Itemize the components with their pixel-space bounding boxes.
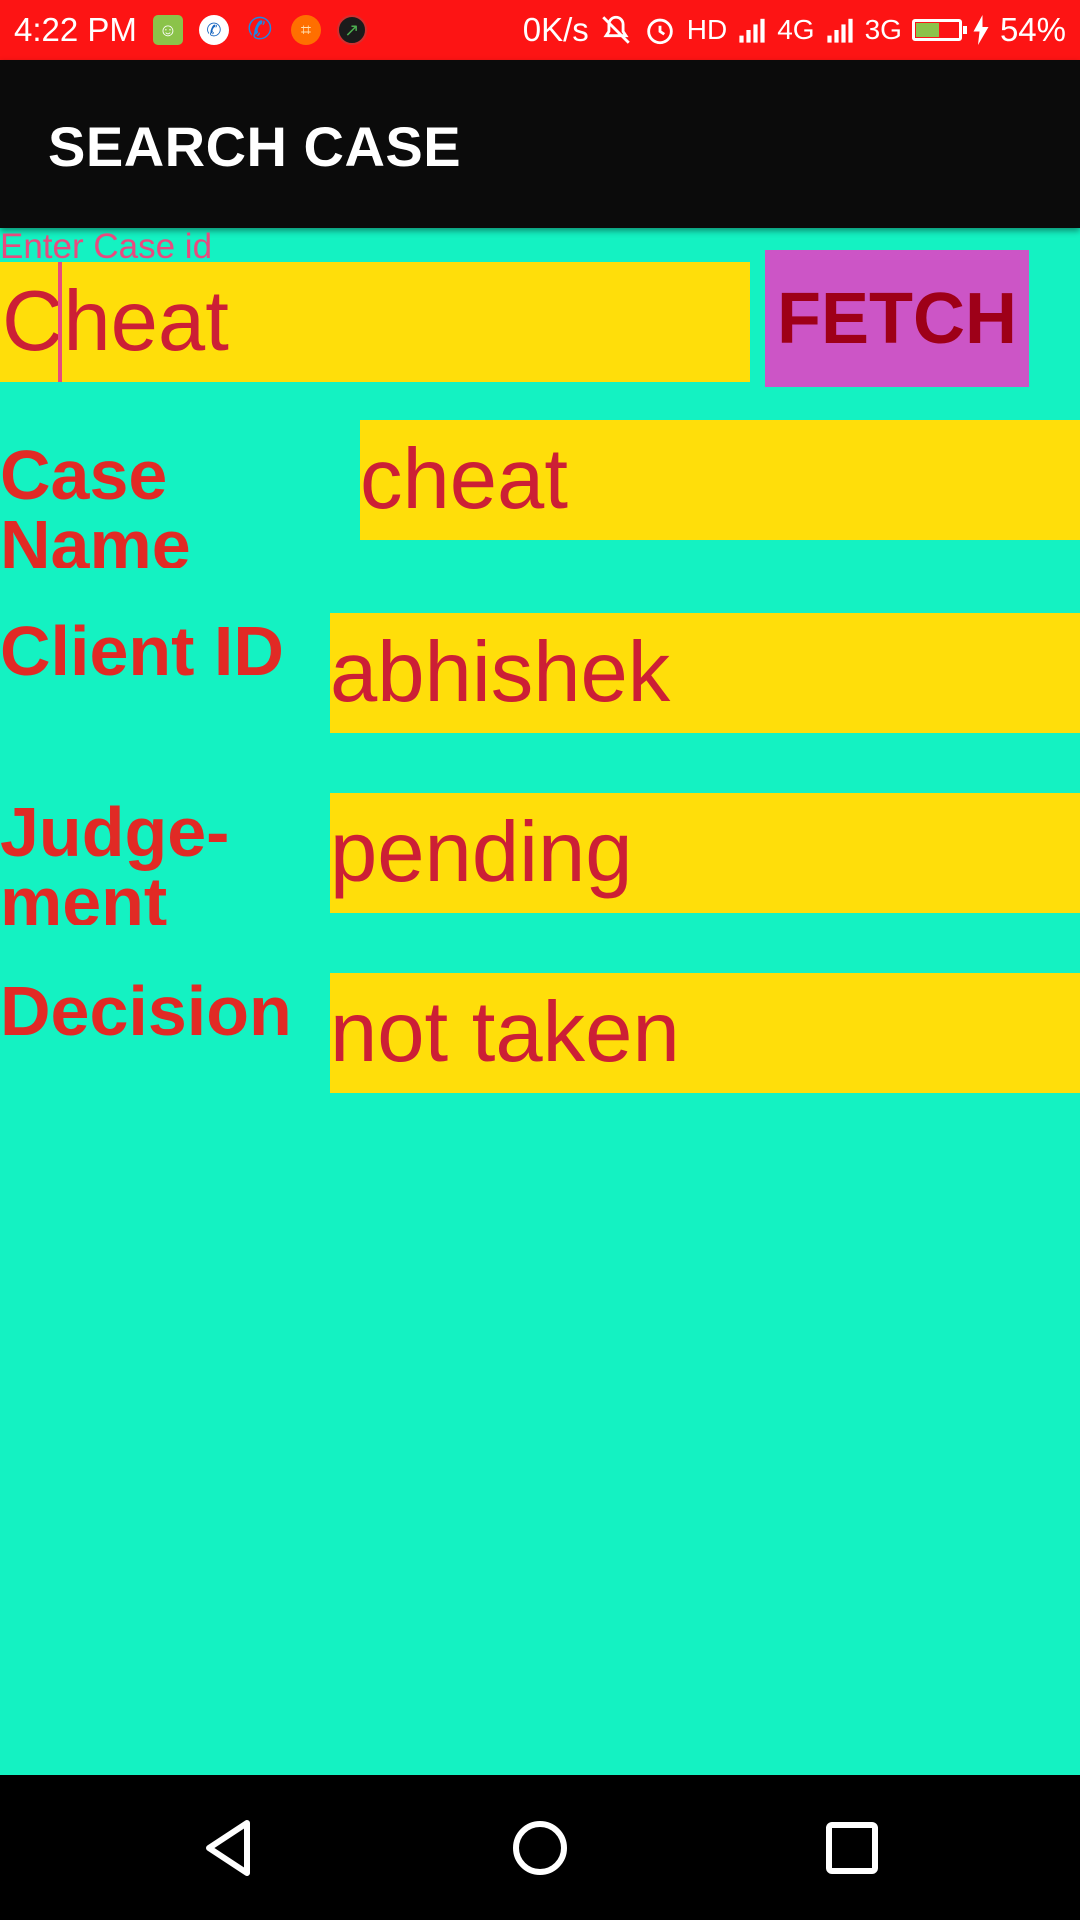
- recorder-icon: ↗: [336, 15, 367, 45]
- battery-percent: 54%: [999, 11, 1066, 48]
- signal-icon: [739, 18, 765, 43]
- decision-label: Decision: [0, 976, 292, 1050]
- hd-label: HD: [686, 14, 728, 45]
- case-name-value[interactable]: cheat: [360, 420, 1080, 540]
- mute-icon: [602, 15, 630, 44]
- message-icon: ☺: [152, 15, 183, 45]
- net-speed: 0K/s: [522, 11, 589, 48]
- status-time: 4:22 PM: [14, 11, 137, 48]
- alarm-icon: [647, 18, 673, 45]
- text-cursor: [58, 262, 62, 382]
- app-bar: SEARCH CASE: [0, 60, 1080, 228]
- battery-icon: [911, 19, 967, 41]
- status-left: 4:22 PM ☺ ✆ ✆ ⌗ ↗: [14, 11, 367, 49]
- screenshot-icon: ⌗: [290, 15, 321, 45]
- case-name-label: Case Name: [0, 440, 191, 568]
- signal-icon-2: [826, 18, 853, 43]
- charging-icon: [973, 15, 989, 45]
- decision-value[interactable]: not taken: [330, 973, 1080, 1093]
- navigation-bar: [0, 1775, 1080, 1920]
- client-id-value[interactable]: abhishek: [330, 613, 1080, 733]
- status-right: 0K/s HD 4G 3G 54%: [523, 11, 1066, 49]
- network-3g: 3G: [864, 14, 902, 45]
- recents-icon[interactable]: [819, 1815, 885, 1881]
- home-icon[interactable]: [507, 1815, 573, 1881]
- judgement-label: Judge-ment: [0, 797, 230, 925]
- call-icon: ✆: [198, 15, 229, 45]
- client-id-label: Client ID: [0, 616, 284, 690]
- page-title: SEARCH CASE: [48, 115, 462, 178]
- judgement-value[interactable]: pending: [330, 793, 1080, 913]
- phone-icon: ✆: [247, 13, 273, 46]
- fetch-button[interactable]: FETCH: [765, 250, 1029, 387]
- status-bar: 4:22 PM ☺ ✆ ✆ ⌗ ↗ 0K/s HD 4G 3G 54%: [0, 0, 1080, 60]
- case-id-input[interactable]: [0, 262, 750, 382]
- network-4g: 4G: [777, 14, 815, 45]
- battery-level: [915, 23, 939, 37]
- back-icon[interactable]: [195, 1815, 261, 1881]
